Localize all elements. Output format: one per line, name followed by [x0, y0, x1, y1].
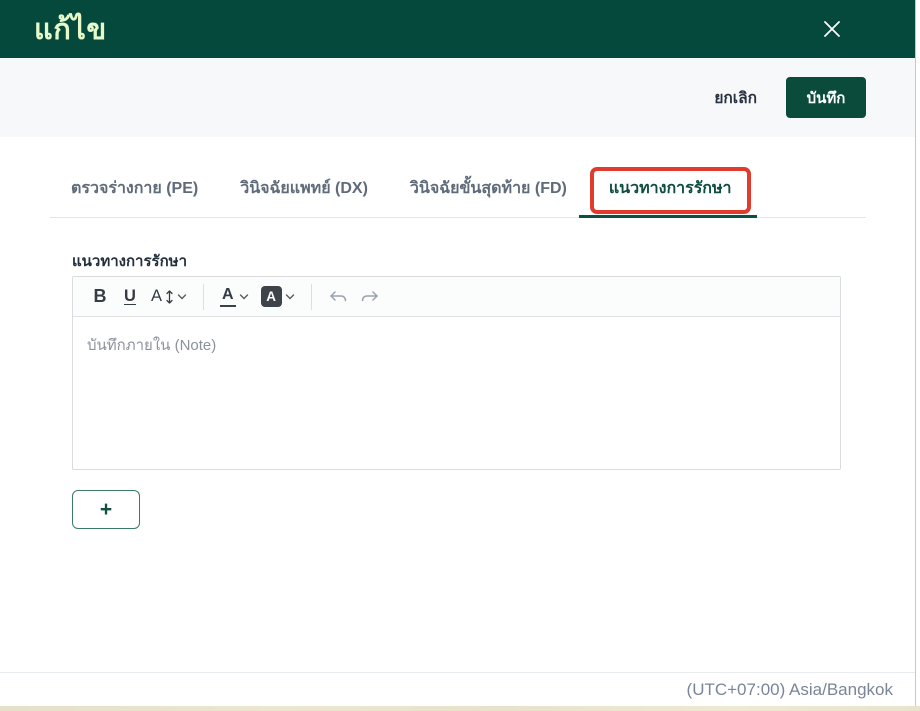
close-button[interactable] — [817, 14, 847, 44]
modal-header: แก้ไข — [0, 0, 915, 58]
vertical-resize-icon — [166, 289, 173, 304]
toolbar-separator — [203, 283, 205, 310]
chevron-down-icon — [177, 293, 187, 299]
underline-icon: U — [124, 287, 136, 305]
note-text-area[interactable]: บันทึกภายใน (Note) — [73, 317, 840, 470]
rich-text-editor: B U A A A บันทึกภายใน (Note) — [72, 276, 841, 470]
chevron-down-icon — [285, 293, 294, 299]
editor-toolbar: B U A A A — [73, 277, 840, 317]
toolbar-separator — [310, 283, 312, 310]
bold-button[interactable]: B — [87, 282, 113, 312]
action-bar: ยกเลิก บันทึก — [0, 58, 915, 137]
note-placeholder: บันทึกภายใน (Note) — [87, 337, 217, 354]
font-size-icon: A — [151, 287, 163, 305]
text-color-button[interactable]: A — [216, 282, 253, 312]
page-background-strip — [0, 706, 920, 711]
tab-treatment-plan-label: แนวทางการรักษา — [608, 180, 732, 197]
chevron-down-icon — [239, 293, 248, 299]
highlight-color-button[interactable]: A — [257, 282, 299, 312]
redo-button[interactable] — [356, 282, 384, 312]
scrollbar-track[interactable] — [915, 0, 920, 711]
modal-title: แก้ไข — [34, 14, 107, 46]
font-size-button[interactable]: A — [147, 282, 191, 312]
bold-icon: B — [93, 286, 107, 306]
underline-button[interactable]: U — [117, 282, 143, 312]
plus-icon: + — [99, 497, 113, 521]
edit-modal: แก้ไข ยกเลิก บันทึก ตรวจร่างกาย (PE) วิน… — [0, 0, 920, 711]
undo-icon — [329, 290, 346, 301]
cancel-button[interactable]: ยกเลิก — [714, 85, 757, 110]
timezone-label: (UTC+07:00) Asia/Bangkok — [686, 679, 893, 699]
add-item-button[interactable]: + — [72, 490, 140, 529]
redo-icon — [361, 290, 378, 301]
tab-doctor-diagnosis-dx[interactable]: วินิจฉัยแพทย์ (DX) — [219, 162, 389, 217]
undo-button[interactable] — [324, 282, 352, 312]
tab-physical-exam-pe[interactable]: ตรวจร่างกาย (PE) — [50, 162, 219, 217]
close-icon — [824, 21, 840, 37]
text-color-icon: A — [220, 286, 236, 307]
tab-final-diagnosis-fd[interactable]: วินิจฉัยขั้นสุดท้าย (FD) — [389, 162, 588, 217]
treatment-plan-field-label: แนวทางการรักษา — [72, 253, 187, 270]
tab-treatment-plan[interactable]: แนวทางการรักษา — [578, 162, 757, 218]
highlight-color-icon: A — [260, 286, 282, 307]
tab-bar: ตรวจร่างกาย (PE) วินิจฉัยแพทย์ (DX) วินิ… — [50, 165, 866, 218]
save-button[interactable]: บันทึก — [786, 77, 866, 118]
